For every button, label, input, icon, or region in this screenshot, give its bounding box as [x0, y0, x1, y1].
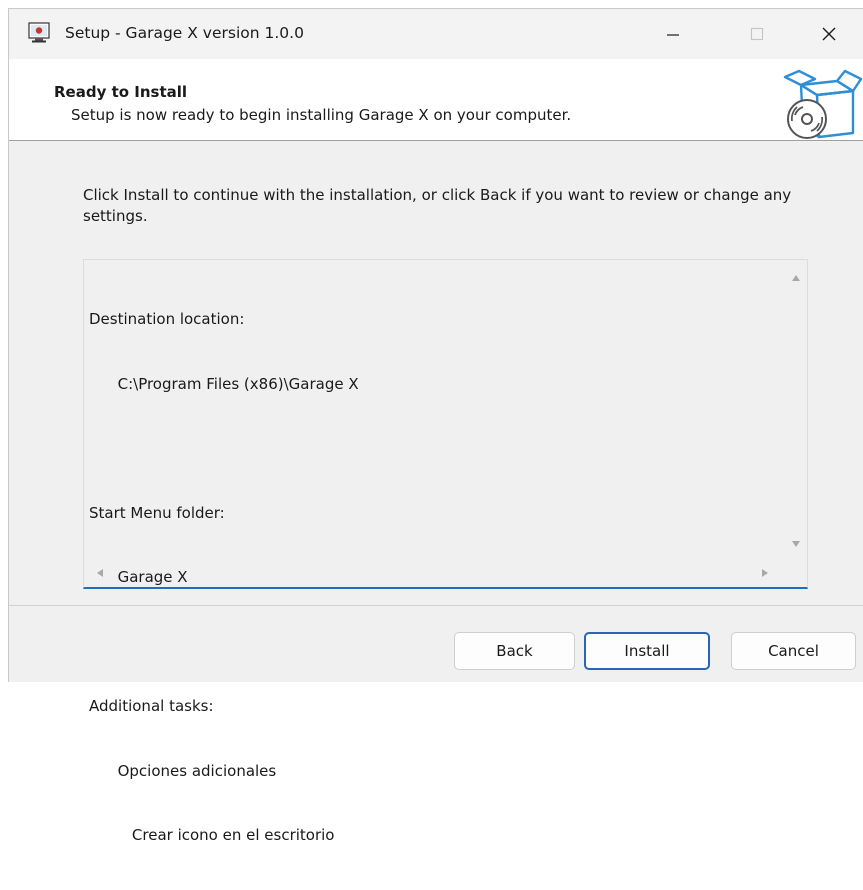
- memo-line: [89, 438, 359, 460]
- close-button[interactable]: [794, 9, 863, 59]
- install-button[interactable]: Install: [584, 632, 710, 670]
- page-subtitle: Setup is now ready to begin installing G…: [71, 106, 572, 124]
- install-box-disc-icon: [783, 69, 863, 139]
- window-title: Setup - Garage X version 1.0.0: [65, 24, 304, 42]
- scroll-left-button[interactable]: [92, 565, 108, 581]
- back-button[interactable]: Back: [454, 632, 575, 670]
- setup-window: Setup - Garage X version 1.0.0 Ready to …: [8, 8, 863, 844]
- setup-app-icon: [28, 22, 50, 43]
- memo-line: Destination location:: [89, 310, 245, 328]
- scroll-left-icon: [97, 569, 103, 577]
- memo-line: Opciones adicionales: [89, 761, 277, 780]
- maximize-button[interactable]: [722, 9, 792, 59]
- button-area-divider: [9, 605, 863, 606]
- memo-line: Start Menu folder:: [89, 503, 225, 522]
- horizontal-scrollbar[interactable]: [84, 559, 807, 587]
- minimize-button[interactable]: [638, 9, 708, 59]
- scroll-right-icon: [762, 569, 768, 577]
- maximize-icon: [750, 27, 764, 41]
- title-bar[interactable]: Setup - Garage X version 1.0.0: [9, 9, 863, 59]
- scroll-up-button[interactable]: [788, 270, 804, 286]
- scroll-up-icon: [792, 275, 800, 281]
- wizard-header: Ready to Install Setup is now ready to b…: [9, 59, 863, 141]
- page-title: Ready to Install: [54, 83, 188, 101]
- memo-line: [89, 632, 359, 654]
- scroll-right-button[interactable]: [757, 565, 773, 581]
- vertical-scrollbar[interactable]: [785, 260, 807, 560]
- memo-line: Crear icono en el escritorio: [89, 826, 335, 844]
- ready-memo-box[interactable]: Destination location: C:\Program Files (…: [83, 259, 808, 844]
- scroll-down-button[interactable]: [788, 536, 804, 552]
- close-icon: [822, 27, 836, 41]
- instructions-text: Click Install to continue with the insta…: [83, 186, 792, 225]
- scroll-down-icon: [792, 541, 800, 547]
- cancel-button[interactable]: Cancel: [731, 632, 856, 670]
- minimize-icon: [667, 34, 679, 36]
- memo-line: C:\Program Files (x86)\Garage X: [89, 374, 359, 393]
- memo-line: Additional tasks:: [89, 697, 214, 715]
